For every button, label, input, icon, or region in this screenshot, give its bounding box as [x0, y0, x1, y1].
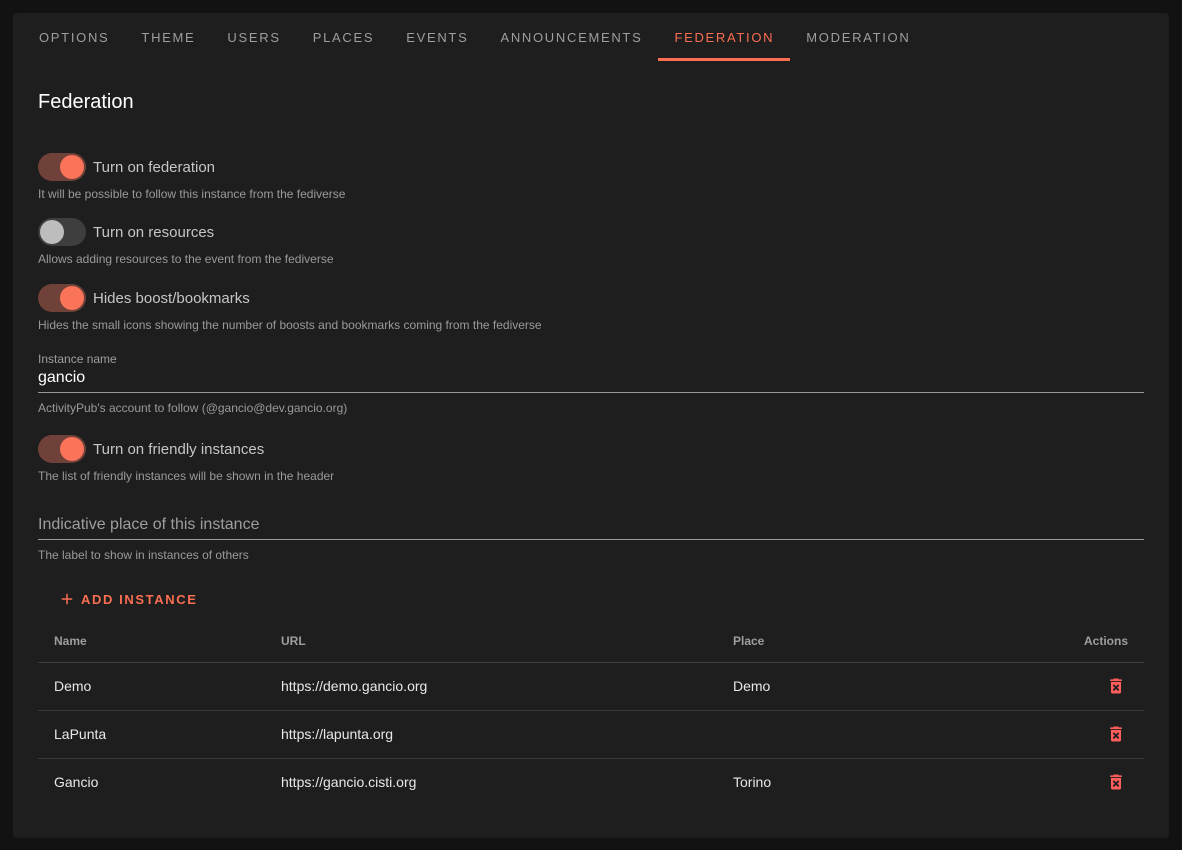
page-title: Federation [38, 89, 1144, 115]
tab-places[interactable]: PLACES [297, 13, 391, 61]
friendly-instances-toggle[interactable] [38, 435, 86, 463]
federation-toggle-label: Turn on federation [93, 159, 215, 176]
add-instance-button[interactable]: ADD INSTANCE [50, 584, 205, 614]
federation-settings: Federation Turn on federation It will be… [13, 89, 1169, 806]
column-header-name: Name [38, 620, 265, 662]
tab-federation[interactable]: FEDERATION [658, 13, 790, 61]
instance-place-cell: Demo [717, 662, 1021, 710]
federation-toggle[interactable] [38, 153, 86, 181]
admin-panel-card: OPTIONS THEME USERS PLACES EVENTS ANNOUN… [13, 13, 1169, 838]
friendly-instances-toggle-group: Turn on friendly instances The list of f… [38, 435, 1144, 483]
instance-name-hint: ActivityPub's account to follow (@gancio… [38, 401, 1144, 415]
instance-name-label: Instance name [38, 352, 1144, 366]
instance-name-cell: Gancio [38, 758, 265, 806]
instance-url-cell: https://lapunta.org [265, 710, 717, 758]
instance-url-cell: https://gancio.cisti.org [265, 758, 717, 806]
column-header-place: Place [717, 620, 1021, 662]
trash-delete-icon [1106, 724, 1126, 744]
column-header-url: URL [265, 620, 717, 662]
instances-table-header-row: Name URL Place Actions [38, 620, 1144, 662]
delete-instance-button[interactable] [1104, 674, 1128, 698]
trash-delete-icon [1106, 772, 1126, 792]
tab-options[interactable]: OPTIONS [23, 13, 125, 61]
instance-place-hint: The label to show in instances of others [38, 548, 1144, 562]
instance-place-field: The label to show in instances of others [38, 513, 1144, 562]
switch-thumb [60, 155, 84, 179]
instance-name-cell: Demo [38, 662, 265, 710]
tab-moderation[interactable]: MODERATION [790, 13, 926, 61]
resources-toggle-group: Turn on resources Allows adding resource… [38, 218, 1144, 266]
tab-users[interactable]: USERS [211, 13, 296, 61]
instance-name-cell: LaPunta [38, 710, 265, 758]
switch-thumb [40, 220, 64, 244]
delete-instance-button[interactable] [1104, 770, 1128, 794]
tab-events[interactable]: EVENTS [390, 13, 484, 61]
instance-name-input[interactable] [38, 366, 1144, 393]
hide-boosts-toggle-label: Hides boost/bookmarks [93, 290, 250, 307]
switch-thumb [60, 286, 84, 310]
friendly-instances-toggle-hint: The list of friendly instances will be s… [38, 469, 1144, 483]
instance-name-field: Instance name ActivityPub's account to f… [38, 352, 1144, 415]
table-row: Demo https://demo.gancio.org Demo [38, 662, 1144, 710]
table-row: Gancio https://gancio.cisti.org Torino [38, 758, 1144, 806]
hide-boosts-toggle-group: Hides boost/bookmarks Hides the small ic… [38, 284, 1144, 332]
resources-toggle-label: Turn on resources [93, 224, 214, 241]
tab-announcements[interactable]: ANNOUNCEMENTS [484, 13, 658, 61]
resources-toggle[interactable] [38, 218, 86, 246]
admin-tabs: OPTIONS THEME USERS PLACES EVENTS ANNOUN… [13, 13, 1169, 61]
add-instance-button-label: ADD INSTANCE [81, 592, 197, 607]
hide-boosts-toggle-hint: Hides the small icons showing the number… [38, 318, 1144, 332]
federation-toggle-group: Turn on federation It will be possible t… [38, 153, 1144, 201]
plus-icon [58, 590, 76, 608]
instance-place-cell: Torino [717, 758, 1021, 806]
hide-boosts-toggle[interactable] [38, 284, 86, 312]
instance-place-input[interactable] [38, 513, 1144, 540]
switch-thumb [60, 437, 84, 461]
table-row: LaPunta https://lapunta.org [38, 710, 1144, 758]
instance-url-cell: https://demo.gancio.org [265, 662, 717, 710]
friendly-instances-toggle-label: Turn on friendly instances [93, 441, 264, 458]
trash-delete-icon [1106, 676, 1126, 696]
delete-instance-button[interactable] [1104, 722, 1128, 746]
instance-place-cell [717, 710, 1021, 758]
federation-toggle-hint: It will be possible to follow this insta… [38, 187, 1144, 201]
tab-theme[interactable]: THEME [125, 13, 211, 61]
instances-table: Name URL Place Actions Demo https://demo… [38, 620, 1144, 806]
resources-toggle-hint: Allows adding resources to the event fro… [38, 252, 1144, 266]
column-header-actions: Actions [1021, 620, 1144, 662]
